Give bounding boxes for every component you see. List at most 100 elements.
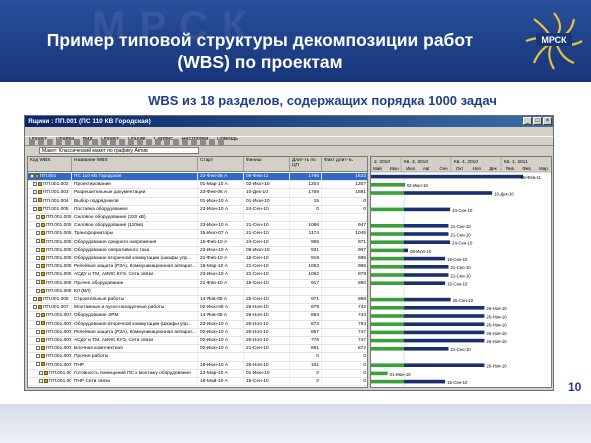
column-header-name[interactable]: Название WBS	[72, 157, 198, 172]
expand-toggle-icon[interactable]: -	[36, 263, 40, 268]
table-row[interactable]: - ПП.001.002 Проектирование 01-Мар-10 А 02-И…	[28, 181, 367, 190]
expand-toggle-icon[interactable]: -	[36, 337, 40, 342]
cell-finish: 21-Сен-10	[244, 263, 290, 272]
expand-toggle-icon[interactable]: -	[33, 190, 37, 195]
wbs-code: ПП.001	[40, 174, 57, 179]
toolbar-icon[interactable]	[146, 139, 152, 145]
toolbar-icon[interactable]	[155, 139, 161, 145]
table-row[interactable]: - ПП.001.005.09Прочее оборудование21-Фев-…	[28, 279, 367, 288]
expand-toggle-icon[interactable]: -	[33, 206, 37, 211]
minimize-button[interactable]: _	[523, 117, 532, 125]
table-row[interactable]: ПП.001.007.08.2ПНР Сети связи18-Май-10 А…	[28, 378, 367, 387]
expand-toggle-icon[interactable]: -	[36, 247, 40, 252]
cell-name: ПНР Сети связи	[72, 378, 198, 386]
toolbar-icon[interactable]	[137, 139, 143, 145]
table-row[interactable]: - ПП.001.005.07Релейная защита (РЗА), Ком…	[28, 263, 367, 272]
table-row[interactable]: - ПП.001.005.08АСДУ и ТМ, АИИС КУЭ, Сети …	[28, 271, 367, 280]
expand-toggle-icon[interactable]: -	[36, 329, 40, 334]
toolbar-icon[interactable]	[119, 139, 125, 145]
table-row[interactable]: - ПП.001.004 Выбор подрядчиков 01-Июн-10 А0…	[28, 197, 367, 206]
expand-toggle-icon[interactable]: -	[36, 321, 40, 326]
column-header-duration[interactable]: Длит-ть по ЦП	[290, 157, 322, 172]
expand-toggle-icon[interactable]: -	[36, 313, 40, 318]
table-row[interactable]: - ПП.001 ПС 110 КВ Городская 23-Фев-06 А 06-…	[28, 173, 367, 182]
table-row[interactable]: - ПП.001.005 Поставка оборудования 23-Июн-1…	[28, 205, 367, 214]
wbs-code: ПП.001.005.06	[46, 256, 72, 261]
expand-toggle-icon[interactable]: -	[33, 181, 37, 186]
expand-toggle-icon[interactable]: -	[36, 222, 40, 227]
toolbar-icon[interactable]	[101, 139, 107, 145]
expand-toggle-icon[interactable]: -	[36, 280, 40, 285]
table-row[interactable]: ПП.001.007.08.3ПНР АСДУ и ТМ, АИИС КУЭ15…	[28, 386, 367, 387]
table-row[interactable]: - ПП.001.003 Разрешительные документации 23…	[28, 189, 367, 198]
table-row[interactable]: - ПП.001.005.04Оборудование среднего напр…	[28, 238, 367, 247]
toolbar-icon[interactable]	[182, 139, 188, 145]
column-header-code[interactable]: Код WBS	[28, 157, 72, 172]
toolbar-icon[interactable]	[65, 139, 71, 145]
expand-toggle-icon[interactable]: -	[36, 239, 40, 244]
toolbar-icon[interactable]	[164, 139, 170, 145]
wbs-code: ПП.001.003	[43, 190, 69, 196]
table-row[interactable]: - ПП.001.007.01Оборудование ЭРМ14-Янв-08 …	[28, 312, 367, 321]
toolbar-icon[interactable]	[29, 139, 35, 145]
table-row[interactable]: - ПП.001.005.05Оборудование оперативного …	[28, 246, 367, 255]
layout-selector[interactable]: Макет: Классический макет по графику Акт…	[39, 147, 199, 154]
cell-duration: 1204	[290, 181, 322, 190]
table-row[interactable]: - ПП.001.006 Строительные работы 14-Янв-08 …	[28, 296, 367, 305]
expand-toggle-icon[interactable]	[39, 378, 43, 383]
expand-toggle-icon[interactable]	[39, 370, 43, 375]
table-row[interactable]: - ПП.001.007.06Прочие работы 00	[28, 353, 367, 362]
table-row[interactable]: - ПП.001.007.04АСДУ и ТМ, АИИС КУЭ, Сети …	[28, 337, 367, 346]
maximize-button[interactable]: □	[533, 117, 542, 125]
table-row[interactable]: - ПП.001.007.02Оборудование вторичной ком…	[28, 320, 367, 329]
table-row[interactable]: - ПП.001.005.10КЛ (ВЛ)	[28, 287, 367, 296]
cell-actual	[322, 288, 367, 296]
table-row[interactable]: - ПП.001.005.03Трансформаторы15-Июл-07 А2…	[28, 230, 367, 239]
wbs-folder-icon	[38, 198, 42, 203]
table-row[interactable]: - ПП.001.007.05Блочная комплектная02-Июн-…	[28, 345, 367, 354]
column-header-start[interactable]: Старт	[198, 157, 244, 172]
column-header-actual[interactable]: Факт длит-ть	[322, 157, 367, 172]
toolbar-icon[interactable]	[38, 139, 44, 145]
expand-toggle-icon[interactable]: -	[36, 354, 40, 359]
toolbar-icon[interactable]	[191, 139, 197, 145]
expand-toggle-icon[interactable]: -	[33, 198, 37, 203]
toolbar-icon[interactable]	[56, 139, 62, 145]
gantt-bar-remaining	[404, 322, 485, 326]
toolbar-icon[interactable]	[128, 139, 134, 145]
table-row[interactable]: - ПП.001.005.01Силовое оборудование (220 …	[28, 214, 367, 223]
table-row[interactable]: - ПП.001.007.08ПНР18-Июн-10 А26-Ноя-10161…	[28, 361, 367, 370]
close-button[interactable]: ×	[543, 117, 552, 125]
expand-toggle-icon[interactable]: -	[36, 214, 40, 219]
toolbar-icon[interactable]	[200, 139, 206, 145]
cell-actual: 742	[322, 304, 367, 312]
cell-name: Строительные работы	[72, 296, 198, 304]
table-row[interactable]: - ПП.001.007 Монтажные и пуско-наладочные …	[28, 304, 367, 313]
toolbar-icon[interactable]	[83, 139, 89, 145]
toolbar-icon[interactable]	[209, 139, 215, 145]
expand-toggle-icon[interactable]: -	[33, 304, 37, 309]
table-row[interactable]: - ПП.001.005.06Оборудование вторичной ком…	[28, 255, 367, 264]
expand-toggle-icon[interactable]: -	[36, 288, 40, 293]
table-row[interactable]: - ПП.001.005.02Силовое оборудование (110к…	[28, 222, 367, 231]
slide-header: МРСК Пример типовой структуры декомпозиц…	[0, 0, 591, 82]
toolbar-icon[interactable]	[74, 139, 80, 145]
toolbar-icon[interactable]	[173, 139, 179, 145]
expand-toggle-icon[interactable]: -	[36, 345, 40, 350]
expand-toggle-icon[interactable]	[39, 386, 43, 387]
expand-toggle-icon[interactable]: -	[33, 296, 37, 301]
expand-toggle-icon[interactable]: -	[30, 173, 34, 178]
toolbar-icon[interactable]	[92, 139, 98, 145]
expand-toggle-icon[interactable]: -	[36, 231, 40, 236]
wbs-folder-icon	[41, 231, 45, 236]
window-titlebar[interactable]: Ящики : ПП.001 (ПС 110 КВ Городская) _ □…	[25, 116, 553, 127]
table-row[interactable]: ПП.001.007.08.1Готовность помещений ПС к…	[28, 369, 367, 378]
expand-toggle-icon[interactable]: -	[36, 362, 40, 367]
toolbar-icon[interactable]	[110, 139, 116, 145]
toolbar-icon[interactable]	[47, 139, 53, 145]
expand-toggle-icon[interactable]: -	[36, 255, 40, 260]
toolbar-icon[interactable]	[218, 139, 224, 145]
column-header-finish[interactable]: Финиш	[244, 157, 290, 172]
table-row[interactable]: - ПП.001.007.03Релейная защита (РЗА), Ком…	[28, 328, 367, 337]
expand-toggle-icon[interactable]: -	[36, 272, 40, 277]
